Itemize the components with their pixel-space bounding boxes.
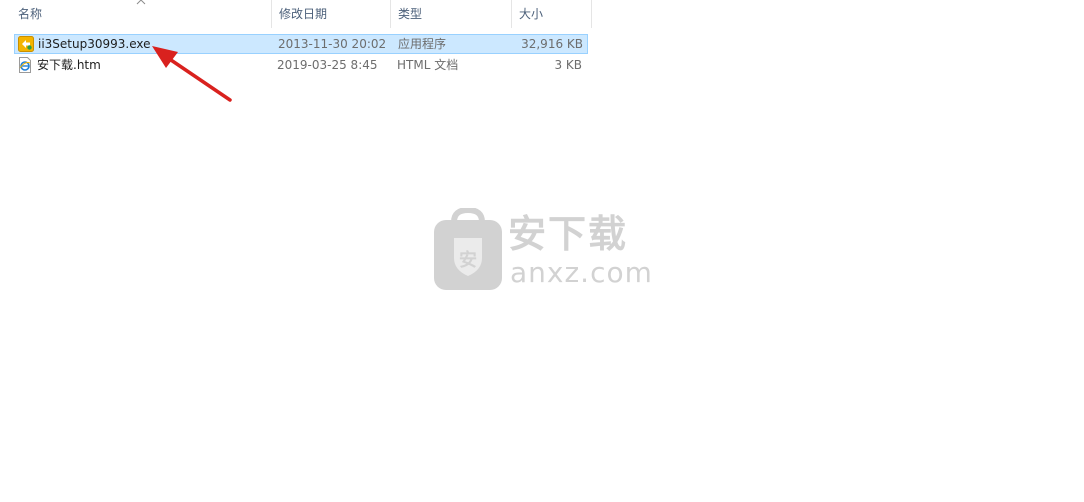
column-header-size[interactable]: 大小 (512, 0, 591, 29)
file-name: ii3Setup30993.exe (38, 37, 151, 51)
file-type: HTML 文档 (397, 58, 459, 72)
column-header-name[interactable]: 名称 (11, 0, 271, 29)
file-explorer-list-view: 名称 修改日期 类型 大小 ii3Setup30993.exe 2013-11-… (0, 0, 1084, 502)
installer-icon (18, 36, 34, 52)
column-header-type[interactable]: 类型 (391, 0, 511, 29)
shield-bag-logo-icon: 安 (434, 208, 502, 290)
file-type: 应用程序 (398, 37, 447, 51)
file-row-ii3setup[interactable]: ii3Setup30993.exe 2013-11-30 20:02 应用程序 … (14, 34, 588, 54)
file-size: 32,916 KB (521, 37, 583, 51)
logo-badge-text: 安 (459, 249, 477, 271)
file-name: 安下载.htm (37, 58, 101, 72)
anxz-watermark: 安 安下载 anxz.com (432, 208, 652, 292)
file-modified-date: 2019-03-25 8:45 (277, 58, 378, 72)
file-row-htm[interactable]: 安下载.htm 2019-03-25 8:45 HTML 文档 3 KB (14, 55, 588, 75)
column-header-bar: 名称 修改日期 类型 大小 (0, 0, 592, 29)
file-modified-date: 2013-11-30 20:02 (278, 37, 387, 51)
column-header-modified[interactable]: 修改日期 (272, 0, 390, 29)
watermark-en-text: anxz.com (510, 256, 653, 289)
file-size: 3 KB (554, 58, 582, 72)
ie-html-icon (19, 57, 31, 73)
watermark-cn-text: 安下载 (508, 212, 629, 256)
column-divider[interactable] (591, 0, 592, 28)
